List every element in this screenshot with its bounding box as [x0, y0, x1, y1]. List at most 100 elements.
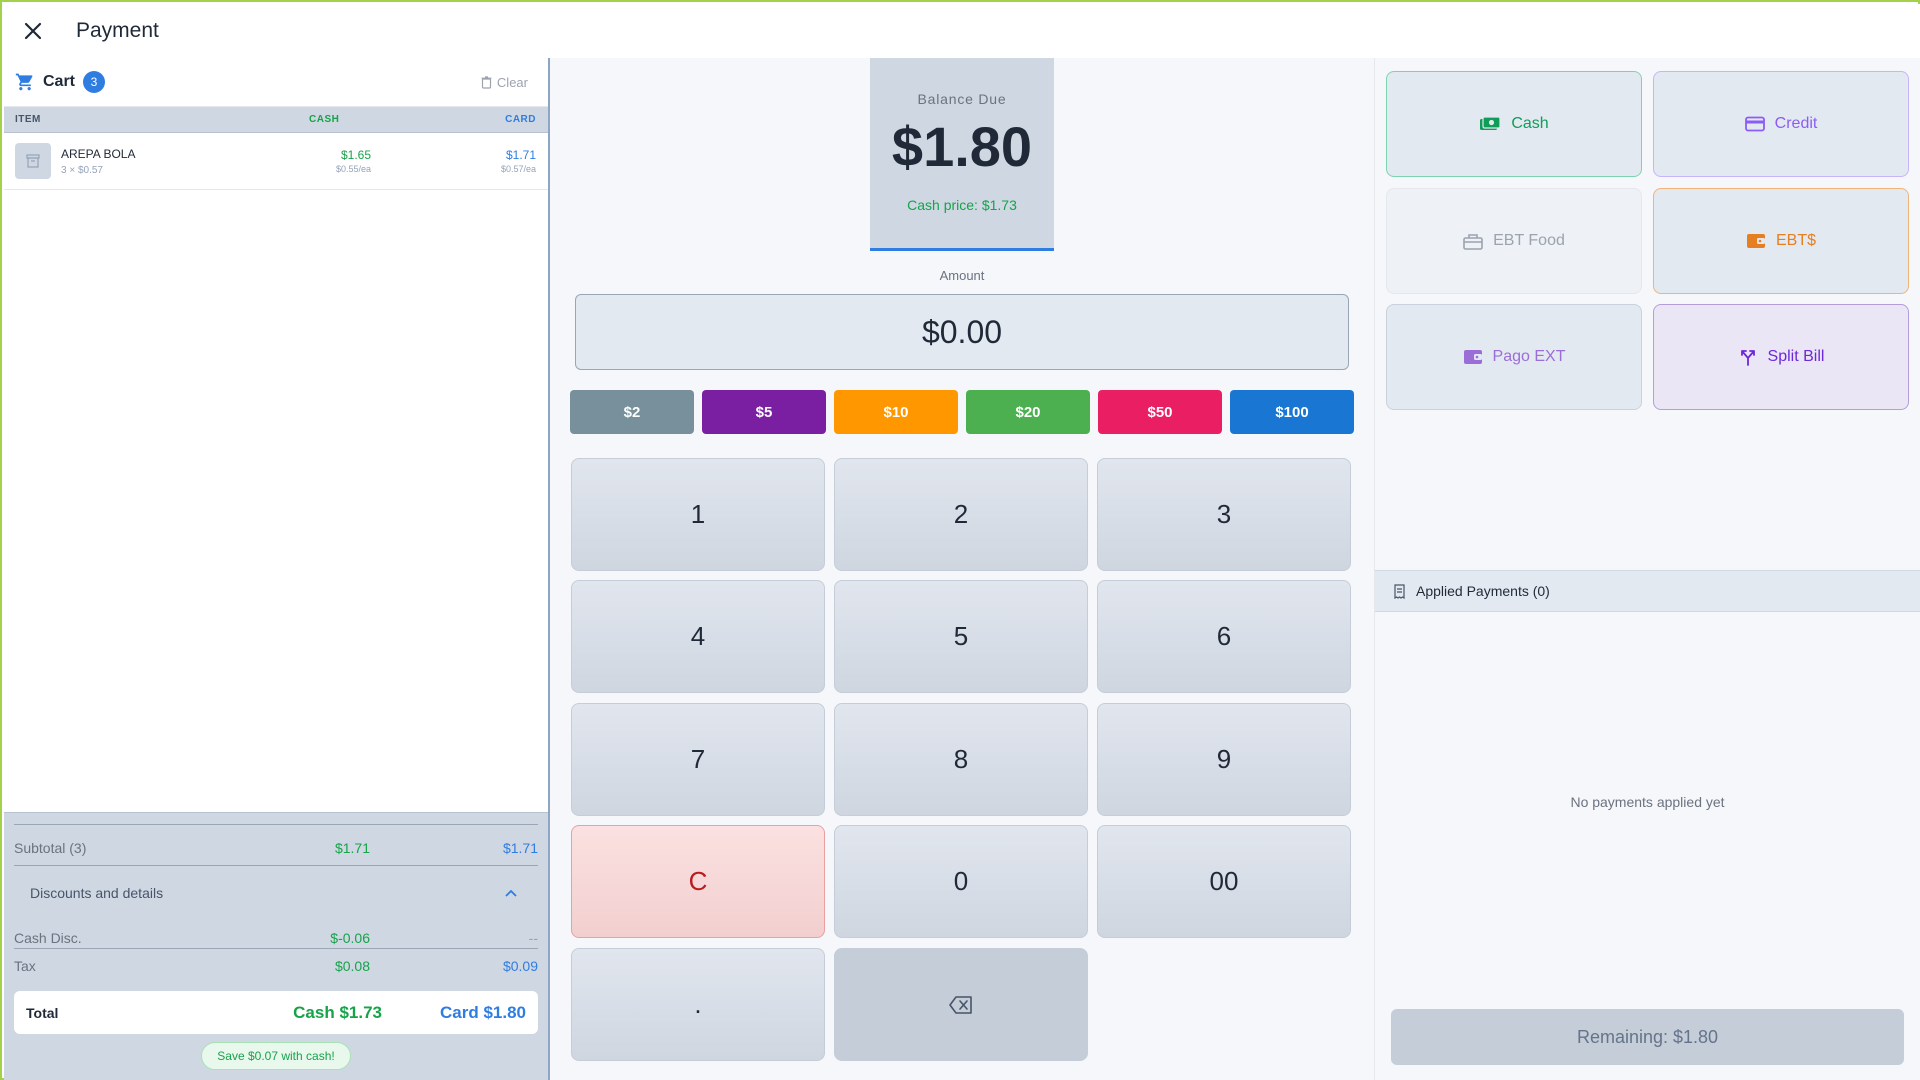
quick-amount-10[interactable]: $10 — [834, 390, 958, 434]
total-cash: Cash $1.73 — [293, 1002, 382, 1022]
cash-price: Cash price: $1.73 — [907, 197, 1017, 213]
ebt-food-icon — [1463, 234, 1483, 250]
cart-row[interactable]: AREPA BOLA 3 × $0.57 $1.65 $0.55/ea $1.7… — [4, 133, 548, 190]
key-decimal[interactable]: . — [571, 948, 825, 1061]
column-card: CARD — [505, 114, 536, 125]
close-button[interactable] — [18, 16, 48, 46]
clear-label: Clear — [496, 74, 528, 90]
method-split-bill-button[interactable]: Split Bill — [1653, 304, 1909, 410]
box-icon — [26, 154, 40, 168]
quick-amount-2[interactable]: $2 — [570, 390, 694, 434]
cart-header: Cart 3 Clear — [4, 58, 548, 107]
cart-label: Cart — [43, 73, 76, 90]
key-5[interactable]: 5 — [834, 580, 1088, 693]
key-7[interactable]: 7 — [571, 703, 825, 816]
tax-label: Tax — [14, 958, 36, 974]
cart-item-info: AREPA BOLA 3 × $0.57 — [61, 147, 301, 176]
method-ebt-cash-button[interactable]: EBT$ — [1653, 188, 1909, 294]
key-clear[interactable]: C — [571, 825, 825, 938]
total-row: Total Cash $1.73 Card $1.80 — [14, 991, 538, 1034]
page-title: Payment — [76, 19, 159, 42]
method-cash-label: Cash — [1511, 115, 1549, 132]
cart-summary: Subtotal (3) $1.71 $1.71 Discounts and d… — [4, 812, 548, 1080]
method-pago-ext-label: Pago EXT — [1492, 348, 1566, 365]
cart-item-card-each: $0.57/ea — [500, 164, 536, 174]
total-label: Total — [26, 1004, 59, 1021]
divider — [14, 948, 538, 949]
key-backspace[interactable] — [834, 948, 1088, 1061]
app-frame: Payment Cart 3 Clear ITEM CASH CARD AREP… — [0, 0, 1920, 1080]
close-icon — [24, 22, 42, 40]
subtotal-cash: $1.71 — [334, 840, 370, 856]
no-payments-message: No payments applied yet — [1570, 794, 1725, 810]
method-ebt-cash-label: EBT$ — [1775, 232, 1816, 249]
remaining-button[interactable]: Remaining: $1.80 — [1391, 1009, 1904, 1065]
column-item: ITEM — [15, 114, 41, 125]
method-credit-label: Credit — [1774, 115, 1818, 132]
applied-payments-label: Applied Payments (0) — [1416, 583, 1550, 599]
total-card: Card $1.80 — [440, 1002, 526, 1022]
cart-item-qty-price: 3 × $0.57 — [61, 164, 103, 176]
method-credit-button[interactable]: Credit — [1653, 71, 1909, 177]
cash-discount-card: -- — [528, 930, 538, 946]
balance-due-amount: $1.80 — [891, 115, 1033, 178]
divider — [14, 824, 538, 825]
balance-due-label: Balance Due — [917, 91, 1007, 107]
cash-icon — [1480, 116, 1501, 130]
chevron-up-icon — [505, 889, 517, 897]
header: Payment — [4, 4, 1920, 58]
tax-row: Tax $0.08 $0.09 — [14, 958, 538, 974]
key-2[interactable]: 2 — [834, 458, 1088, 571]
cart-icon — [15, 73, 33, 91]
method-split-bill-label: Split Bill — [1767, 348, 1825, 365]
divider — [14, 865, 538, 866]
save-with-cash-badge: Save $0.07 with cash! — [201, 1042, 351, 1070]
key-4[interactable]: 4 — [571, 580, 825, 693]
cash-discount-label: Cash Disc. — [14, 930, 82, 946]
cart-item-card: $1.71 $0.57/ea — [371, 148, 548, 174]
method-ebt-food-button[interactable]: EBT Food — [1386, 188, 1642, 294]
amount-input[interactable]: $0.00 — [575, 294, 1349, 370]
key-9[interactable]: 9 — [1097, 703, 1351, 816]
method-pago-ext-button[interactable]: Pago EXT — [1386, 304, 1642, 410]
clear-cart-button[interactable]: Clear — [481, 75, 528, 90]
key-0[interactable]: 0 — [834, 825, 1088, 938]
subtotal-card: $1.71 — [502, 840, 538, 856]
column-cash: CASH — [309, 114, 340, 125]
key-8[interactable]: 8 — [834, 703, 1088, 816]
cash-discount-cash: $-0.06 — [330, 930, 370, 946]
receipt-icon — [1394, 583, 1405, 599]
wallet-icon — [1463, 350, 1482, 364]
backspace-icon — [949, 995, 972, 1014]
key-1[interactable]: 1 — [571, 458, 825, 571]
quick-amount-5[interactable]: $5 — [702, 390, 826, 434]
cash-discount-row: Cash Disc. $-0.06 -- — [14, 930, 538, 946]
method-ebt-food-label: EBT Food — [1493, 232, 1565, 249]
cart-table-header: ITEM CASH CARD — [4, 107, 548, 133]
key-3[interactable]: 3 — [1097, 458, 1351, 571]
key-6[interactable]: 6 — [1097, 580, 1351, 693]
cart-item-card-price: $1.71 — [505, 148, 536, 162]
subtotal-label: Subtotal (3) — [14, 840, 87, 856]
discounts-label: Discounts and details — [30, 885, 164, 901]
applied-payments-header: Applied Payments (0) — [1375, 570, 1920, 612]
quick-amount-100[interactable]: $100 — [1230, 390, 1354, 434]
tax-cash: $0.08 — [334, 958, 370, 974]
amount-label: Amount — [939, 268, 985, 283]
cart-item-cash-price: $1.65 — [340, 148, 371, 162]
wallet-icon — [1746, 234, 1765, 248]
key-00[interactable]: 00 — [1097, 825, 1351, 938]
subtotal-row: Subtotal (3) $1.71 $1.71 — [14, 840, 538, 856]
cart-item-cash-each: $0.55/ea — [335, 164, 371, 174]
payment-methods-panel: Cash Credit EBT Food EBT$ Pago EXT Split… — [1374, 58, 1920, 1080]
quick-amount-20[interactable]: $20 — [966, 390, 1090, 434]
credit-card-icon — [1744, 116, 1765, 132]
cart-item-cash: $1.65 $0.55/ea — [301, 148, 371, 174]
cart-item-name: AREPA BOLA — [61, 146, 136, 161]
quick-amount-50[interactable]: $50 — [1098, 390, 1222, 434]
tax-card: $0.09 — [502, 958, 538, 974]
method-cash-button[interactable]: Cash — [1386, 71, 1642, 177]
split-icon — [1740, 350, 1755, 366]
discounts-toggle[interactable]: Discounts and details — [30, 885, 518, 901]
payment-entry-panel: Balance Due $1.80 Cash price: $1.73 Amou… — [550, 58, 1374, 1080]
